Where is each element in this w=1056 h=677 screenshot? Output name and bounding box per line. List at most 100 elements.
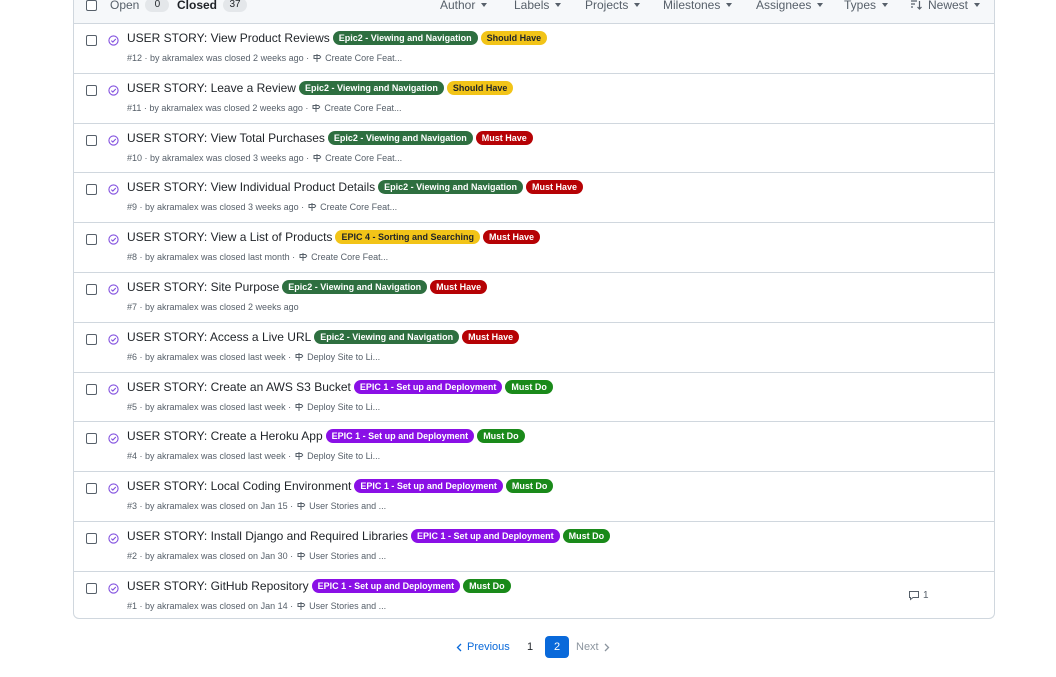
issue-meta-text: #5 · by akramalex was closed last week · (127, 401, 292, 412)
issue-milestone-link[interactable]: Deploy Site to Li... (307, 402, 380, 412)
filter-milestones[interactable]: Milestones (663, 0, 733, 12)
issue-milestone-link[interactable]: Create Core Feat... (324, 103, 401, 113)
issue-label[interactable]: Epic2 - Viewing and Navigation (314, 329, 460, 344)
issue-meta-text: #3 · by akramalex was closed on Jan 15 · (127, 501, 294, 512)
issue-meta: #1 · by akramalex was closed on Jan 14 ·… (127, 601, 386, 611)
issue-title-link[interactable]: USER STORY: View a List of Products (127, 230, 332, 244)
issue-row: USER STORY: Local Coding Environment EPIC… (74, 471, 994, 520)
issue-title-link[interactable]: USER STORY: Create a Heroku App (127, 429, 323, 443)
issue-title-link[interactable]: USER STORY: View Individual Product Deta… (127, 180, 375, 194)
issue-label[interactable]: Must Do (463, 578, 511, 593)
filter-assignees[interactable]: Assignees (756, 0, 824, 12)
filter-author-label: Author (440, 0, 476, 12)
issue-checkbox[interactable] (86, 35, 97, 46)
issue-comments-link[interactable]: 1 (908, 590, 929, 601)
issue-label[interactable]: Epic2 - Viewing and Navigation (378, 180, 523, 195)
issue-label[interactable]: EPIC 1 - Set up and Deployment (354, 479, 503, 494)
issue-milestone-link[interactable]: User Stories and ... (309, 501, 386, 511)
issue-label[interactable]: Epic2 - Viewing and Navigation (282, 280, 428, 294)
issue-checkbox[interactable] (86, 184, 97, 196)
issue-title-line: USER STORY: Local Coding Environment EPIC… (127, 479, 554, 494)
issue-milestone-link[interactable]: User Stories and ... (309, 551, 386, 561)
filter-types[interactable]: Types (844, 0, 889, 12)
issue-closed-icon (108, 383, 119, 395)
issue-checkbox[interactable] (86, 533, 97, 544)
select-all-checkbox[interactable] (86, 0, 97, 11)
issue-milestone-link[interactable]: Create Core Feat... (325, 153, 402, 163)
issue-title-link[interactable]: USER STORY: Install Django and Required … (127, 529, 408, 543)
filter-author[interactable]: Author (440, 0, 488, 12)
issue-checkbox[interactable] (86, 383, 97, 395)
issue-milestone-link[interactable]: Deploy Site to Li... (307, 451, 380, 461)
issue-meta: #9 · by akramalex was closed 3 weeks ago… (127, 202, 397, 212)
issue-title-link[interactable]: USER STORY: Create an AWS S3 Bucket (127, 380, 351, 394)
sort-dropdown[interactable]: Newest (910, 0, 981, 12)
page-1-link[interactable]: 1 (523, 636, 537, 658)
milestone-icon (313, 153, 322, 162)
issue-label[interactable]: Epic2 - Viewing and Navigation (327, 130, 473, 145)
issue-checkbox[interactable] (86, 84, 97, 96)
closed-issues-label: Closed (177, 0, 218, 12)
open-issues-tab[interactable]: Open 0 (110, 0, 170, 12)
issue-label[interactable]: Must Have (526, 180, 584, 195)
issue-checkbox[interactable] (86, 234, 97, 246)
issue-title-link[interactable]: USER STORY: Access a Live URL (127, 330, 311, 344)
issue-label[interactable]: Must Do (477, 429, 525, 444)
issue-label[interactable]: EPIC 1 - Set up and Deployment (411, 529, 560, 543)
issue-label[interactable]: Must Have (482, 230, 540, 245)
issue-row: USER STORY: GitHub Repository EPIC 1 - Se… (74, 570, 994, 620)
issue-meta: #11 · by akramalex was closed 2 weeks ag… (127, 103, 401, 113)
issue-title-link[interactable]: USER STORY: GitHub Repository (127, 579, 309, 593)
issue-meta: #7 · by akramalex was closed 2 weeks ago (127, 302, 299, 312)
issue-title-link[interactable]: USER STORY: Leave a Review (127, 81, 296, 95)
issue-label[interactable]: Epic2 - Viewing and Navigation (298, 80, 444, 95)
pagination: Previous 1 2 Next (0, 636, 1056, 660)
issue-milestone-link[interactable]: Create Core Feat... (311, 252, 388, 262)
issue-closed-icon (108, 334, 119, 345)
issue-label[interactable]: EPIC 1 - Set up and Deployment (311, 578, 461, 593)
issue-checkbox[interactable] (86, 433, 97, 445)
issue-title-line: USER STORY: Install Django and Required … (127, 529, 611, 543)
issue-milestone-link[interactable]: Create Core Feat... (325, 53, 402, 63)
issue-label[interactable]: Must Do (562, 529, 611, 543)
issue-label[interactable]: EPIC 4 - Sorting and Searching (335, 230, 480, 245)
issue-label[interactable]: Should Have (480, 31, 548, 45)
next-page-link[interactable]: Next (576, 636, 610, 658)
issue-checkbox[interactable] (86, 134, 97, 146)
issue-meta: #3 · by akramalex was closed on Jan 15 ·… (127, 501, 386, 511)
issue-label[interactable]: EPIC 1 - Set up and Deployment (325, 429, 475, 444)
issue-label[interactable]: Must Do (505, 479, 554, 494)
issue-milestone-link[interactable]: Deploy Site to Li... (307, 352, 380, 362)
issue-label[interactable]: EPIC 1 - Set up and Deployment (353, 379, 503, 394)
issue-label[interactable]: Must Have (430, 280, 488, 294)
issue-checkbox[interactable] (86, 483, 97, 495)
issue-title-link[interactable]: USER STORY: View Product Reviews (127, 31, 330, 45)
issue-title-link[interactable]: USER STORY: Site Purpose (127, 280, 279, 294)
issue-title-line: USER STORY: Site Purpose Epic2 - Viewing … (127, 280, 488, 294)
filter-labels[interactable]: Labels (514, 0, 562, 12)
issue-label[interactable]: Epic2 - Viewing and Navigation (332, 31, 478, 45)
issue-title-link[interactable]: USER STORY: View Total Purchases (127, 131, 325, 145)
issue-label[interactable]: Must Have (462, 329, 520, 344)
issue-milestone-link[interactable]: Create Core Feat... (320, 202, 397, 212)
issue-checkbox[interactable] (86, 333, 97, 345)
chevron-down-icon (555, 3, 562, 7)
issue-meta: #4 · by akramalex was closed last week ·… (127, 451, 380, 461)
issue-checkbox[interactable] (86, 582, 97, 594)
previous-page-link[interactable]: Previous (456, 636, 510, 658)
issue-row: USER STORY: Leave a Review Epic2 - Viewin… (74, 72, 994, 122)
issue-milestone-link[interactable]: User Stories and ... (309, 601, 386, 611)
issue-closed-icon (108, 134, 119, 146)
issue-row: USER STORY: Install Django and Required … (74, 521, 994, 570)
issue-label[interactable]: Must Have (475, 130, 533, 145)
milestone-icon (313, 54, 322, 62)
closed-issues-tab[interactable]: Closed 37 (177, 0, 248, 12)
filter-projects[interactable]: Projects (585, 0, 641, 12)
page-2-current[interactable]: 2 (545, 636, 569, 658)
issue-label[interactable]: Should Have (446, 80, 514, 95)
filter-milestones-label: Milestones (663, 0, 721, 12)
issue-title-link[interactable]: USER STORY: Local Coding Environment (127, 479, 351, 493)
issue-checkbox[interactable] (86, 284, 97, 295)
comment-count: 1 (923, 589, 929, 601)
issue-label[interactable]: Must Do (505, 379, 553, 394)
